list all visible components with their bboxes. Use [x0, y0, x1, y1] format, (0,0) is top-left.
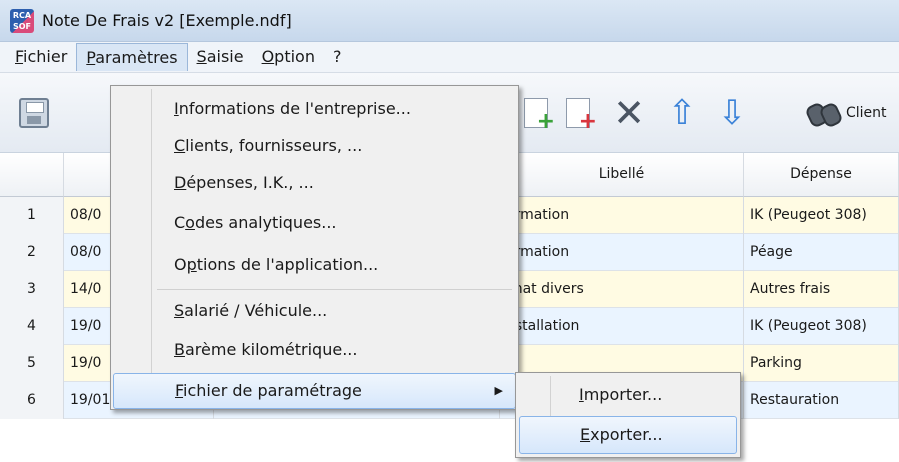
header-libelle[interactable]: Libellé	[500, 153, 744, 197]
insert-line-button[interactable]: +	[558, 93, 598, 133]
move-up-button[interactable]: ⇧	[662, 93, 702, 133]
app-logo-icon: RCA SOF	[10, 8, 34, 33]
row-number: 1	[0, 197, 64, 234]
cell-depense: Péage	[744, 234, 899, 271]
title-bar: RCA SOF Note De Frais v2 [Exemple.ndf]	[0, 0, 899, 42]
cell-depense: IK (Peugeot 308)	[744, 308, 899, 345]
header-depense[interactable]: Dépense	[744, 153, 899, 197]
cell-depense: Autres frais	[744, 271, 899, 308]
fichier-parametrage-submenu: Importer... Exporter...	[515, 372, 741, 458]
document-add-green-icon: +	[524, 98, 555, 133]
menu-help[interactable]: ?	[324, 43, 351, 71]
add-line-button[interactable]: +	[516, 93, 556, 133]
menu-item-informations-entreprise[interactable]: Informations de l'entreprise...	[113, 92, 516, 128]
menu-item-clients-fournisseurs[interactable]: Clients, fournisseurs, ...	[113, 129, 516, 165]
row-number: 3	[0, 271, 64, 308]
save-button[interactable]	[14, 93, 54, 133]
cell-libelle: chat divers	[500, 271, 744, 308]
menu-item-depenses-ik[interactable]: Dépenses, I.K., ...	[113, 166, 516, 202]
row-number: 5	[0, 345, 64, 382]
cell-depense: Parking	[744, 345, 899, 382]
submenu-arrow-icon: ▶	[494, 384, 503, 397]
save-icon	[19, 98, 49, 128]
menu-fichier[interactable]: Fichier	[6, 43, 76, 71]
menu-item-fichier-parametrage[interactable]: Fichier de paramétrage ▶	[113, 373, 516, 409]
parametres-dropdown: Informations de l'entreprise... Clients,…	[110, 85, 519, 410]
cell-libelle: ormation	[500, 234, 744, 271]
row-number: 6	[0, 382, 64, 419]
menu-bar: Fichier Paramètres Saisie Option ?	[0, 42, 899, 73]
move-down-button[interactable]: ⇩	[712, 93, 752, 133]
cell-libelle: ormation	[500, 197, 744, 234]
row-number: 2	[0, 234, 64, 271]
cell-libelle: nstallation	[500, 308, 744, 345]
delete-button[interactable]: ✕	[609, 93, 649, 133]
row-number: 4	[0, 308, 64, 345]
menu-item-options-application[interactable]: Options de l'application...	[113, 248, 516, 284]
arrow-down-icon: ⇩	[717, 93, 747, 133]
menu-parametres[interactable]: Paramètres	[76, 43, 188, 71]
menu-item-exporter[interactable]: Exporter...	[519, 416, 737, 454]
menu-option[interactable]: Option	[253, 43, 324, 71]
menu-saisie[interactable]: Saisie	[188, 43, 253, 71]
menu-item-bareme-kilometrique[interactable]: Barème kilométrique...	[113, 333, 516, 369]
delete-x-icon: ✕	[613, 91, 645, 135]
cell-depense: Restauration	[744, 382, 899, 419]
cell-depense: IK (Peugeot 308)	[744, 197, 899, 234]
menu-item-salarie-vehicule[interactable]: Salarié / Véhicule...	[113, 294, 516, 330]
header-rownum	[0, 153, 64, 197]
binoculars-icon	[806, 100, 840, 126]
menu-item-importer[interactable]: Importer...	[519, 377, 737, 415]
window-title: Note De Frais v2 [Exemple.ndf]	[42, 11, 292, 30]
menu-item-codes-analytiques[interactable]: Codes analytiques...	[113, 206, 516, 242]
arrow-up-icon: ⇧	[667, 93, 697, 133]
menu-separator	[157, 289, 512, 290]
document-add-red-icon: +	[566, 98, 597, 133]
client-button[interactable]: Client	[806, 93, 887, 133]
